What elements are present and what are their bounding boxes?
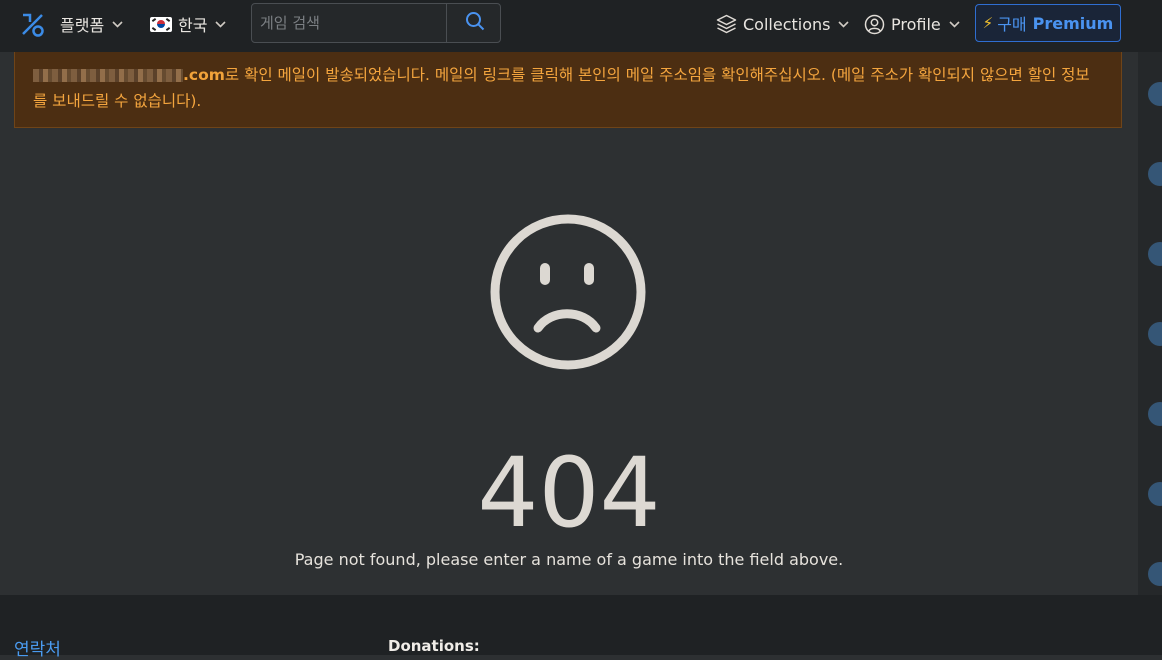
- error-message: Page not found, please enter a name of a…: [294, 550, 844, 569]
- profile-dropdown[interactable]: Profile: [864, 0, 960, 48]
- footer: 연락처 Donations:: [0, 595, 1162, 660]
- chevron-down-icon: [215, 17, 227, 31]
- edge-icon: [1148, 322, 1162, 346]
- flag-kr-icon: [150, 16, 172, 32]
- chevron-down-icon: [838, 17, 850, 31]
- language-label: 한국: [178, 16, 208, 35]
- search-icon: [465, 11, 485, 35]
- premium-label: Premium: [1032, 13, 1114, 33]
- search-input[interactable]: [252, 4, 462, 42]
- search-button[interactable]: [446, 4, 502, 42]
- chevron-down-icon: [112, 17, 123, 31]
- collections-dropdown[interactable]: Collections: [716, 0, 850, 48]
- sad-face-icon: [489, 213, 647, 371]
- email-verification-alert: .com로 확인 메일이 발송되었습니다. 메일의 링크를 클릭해 본인의 메일…: [14, 52, 1122, 128]
- error-code: 404: [477, 437, 661, 549]
- chevron-down-icon: [949, 17, 960, 31]
- donations-heading: Donations:: [388, 637, 480, 655]
- logo-icon[interactable]: [20, 12, 46, 38]
- edge-icon: [1148, 402, 1162, 426]
- bolt-icon: ⚡: [982, 14, 994, 32]
- redacted-email: [33, 69, 183, 82]
- profile-label: Profile: [891, 14, 941, 34]
- premium-button[interactable]: ⚡ 구매 Premium: [975, 4, 1121, 42]
- search-box: [251, 3, 501, 43]
- edge-icon: [1148, 242, 1162, 266]
- language-dropdown[interactable]: 한국: [150, 0, 227, 48]
- right-scroll-strip: [1138, 52, 1162, 598]
- edge-icon: [1148, 82, 1162, 106]
- collections-label: Collections: [743, 14, 831, 34]
- platform-dropdown[interactable]: 플랫폼: [60, 0, 123, 48]
- premium-buy-label: 구매: [997, 15, 1027, 34]
- edge-icon: [1148, 162, 1162, 186]
- platform-label: 플랫폼: [60, 16, 105, 35]
- edge-icon: [1148, 482, 1162, 506]
- email-domain: .com: [183, 66, 225, 84]
- top-navigation: 플랫폼 한국 게임 검색 Collections Profile ⚡ 구매 Pr…: [0, 0, 1162, 52]
- contact-link[interactable]: 연락처: [14, 635, 61, 660]
- user-circle-icon: [864, 14, 885, 35]
- edge-icon: [1148, 562, 1162, 586]
- layers-icon: [716, 14, 737, 34]
